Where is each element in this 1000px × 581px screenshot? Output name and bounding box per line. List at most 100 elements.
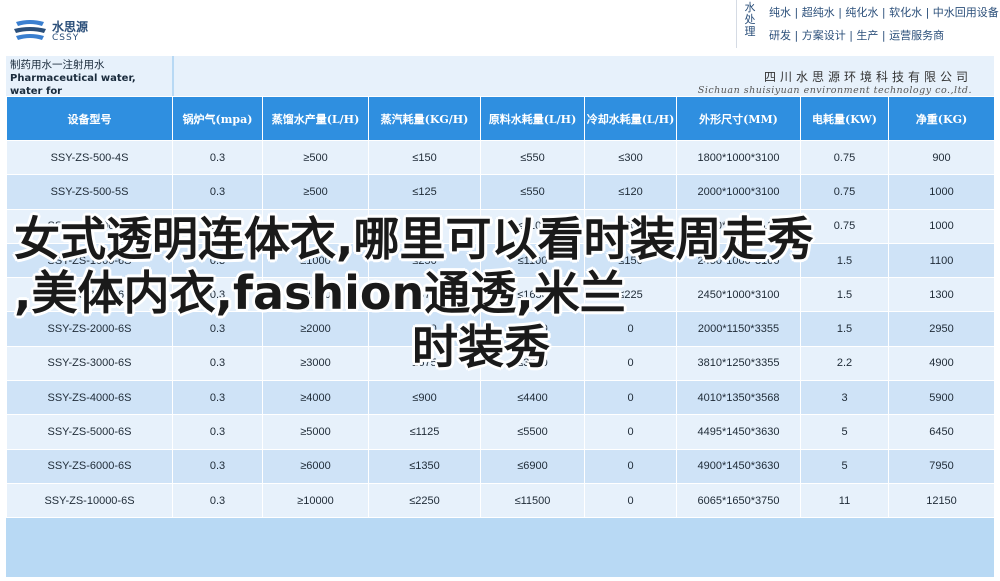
table-cell: ≤1100 [480, 208, 585, 244]
company-logo[interactable]: 水思源 CSSY [12, 16, 100, 48]
table-cell: ≥3000 [262, 345, 369, 382]
table-cell: 3 [800, 380, 889, 416]
table-cell: 0.3 [172, 311, 263, 347]
slogan-line-1: 纯水 | 超纯水 | 纯化水 | 软化水 | 中水回用设备 [769, 6, 999, 19]
table-cell: ≥5000 [262, 414, 369, 450]
table-cell: SSY-ZS-6000-6S [6, 448, 173, 484]
column-header: 净重(KG) [888, 96, 995, 141]
table-cell: 4495*1450*3630 [676, 414, 801, 450]
table-cell: 0 [584, 414, 677, 450]
column-header: 冷却水耗量(L/H) [584, 96, 677, 141]
table-cell: ≤675 [368, 345, 481, 382]
table-cell: 0 [584, 345, 677, 382]
table-cell: ≤3300 [480, 345, 585, 382]
table-cell: ≤5500 [480, 414, 585, 450]
table-cell: 1300 [888, 277, 995, 313]
table-cell: ≤375 [368, 277, 481, 313]
top-header: 水思源 CSSY 水处理 纯水 | 超纯水 | 纯化水 | 软化水 | 中水回用… [0, 0, 1000, 56]
table-cell: 1000 [888, 174, 995, 210]
table-row: SSY-ZS-6000-6S 0.3 ≥6000 ≤1350 ≤6900 0 4900*14… [6, 448, 995, 484]
spec-table: 设备型号 锅炉气(mpa) 蒸馏水产量(L/H) 蒸汽耗量(KG/H) 原料水耗量(L/… [6, 96, 995, 519]
table-cell: 1800*1000*3100 [676, 208, 801, 244]
column-header: 蒸汽耗量(KG/H) [368, 96, 481, 141]
table-cell: 4010*1350*3568 [676, 380, 801, 416]
table-cell: 2950 [888, 311, 995, 347]
table-cell: 0.3 [172, 242, 263, 279]
table-cell: ≤1650 [480, 277, 585, 313]
table-cell: 11 [800, 482, 889, 519]
table-cell: 5 [800, 448, 889, 484]
logo-text-en: CSSY [52, 33, 80, 43]
table-cell: SSY-ZS-3000-6S [6, 345, 173, 382]
table-cell: 0.3 [172, 482, 263, 519]
table-cell: ≥6000 [262, 448, 369, 484]
company-block: 四川水思源环境科技有限公司 Sichuan shuisiyuan environ… [174, 56, 994, 96]
table-cell: 0.3 [172, 208, 263, 244]
table-cell: ≤500 [368, 311, 481, 347]
table-cell: ≤600 [584, 208, 677, 244]
table-cell: ≥1500 [262, 277, 369, 313]
table-cell: ≤550 [480, 139, 585, 176]
table-row: SSY-ZS-1000-6S 0.3 ≥1000 ≤250 ≤1100 ≤150 2450*… [6, 242, 995, 279]
table-cell: 0.3 [172, 380, 263, 416]
panel-title-cn: 制药用水一注射用水 [10, 59, 105, 71]
table-cell: 2450*1000*3100 [676, 277, 801, 313]
table-cell: ≤120 [584, 174, 677, 210]
table-cell: ≤900 [368, 380, 481, 416]
table-row: SSY-ZS-10000-6S 0.3 ≥10000 ≤2250 ≤11500 0 6065… [6, 482, 995, 519]
table-cell: ≥10000 [262, 482, 369, 519]
table-cell: 1100 [888, 242, 995, 279]
table-cell: ≤1100 [480, 242, 585, 279]
water-drop-logo-icon [14, 20, 46, 40]
table-cell: ≥1000 [262, 242, 369, 279]
table-cell: 0.75 [800, 208, 889, 244]
table-cell: ≥500 [262, 139, 369, 176]
table-cell: ≥4000 [262, 380, 369, 416]
table-row: SSY-ZS-4000-6S 0.3 ≥4000 ≤900 ≤4400 0 4010*135… [6, 380, 995, 416]
table-header-row: 设备型号 锅炉气(mpa) 蒸馏水产量(L/H) 蒸汽耗量(KG/H) 原料水耗量(L/… [6, 96, 995, 141]
table-cell: 2000*1000*3100 [676, 174, 801, 210]
table-cell: ≤1125 [368, 414, 481, 450]
table-row: SSY-ZS-2000-6S 0.3 ≥2000 ≤500 ≤2200 0 2000*115… [6, 311, 995, 347]
column-header: 蒸馏水产量(L/H) [262, 96, 369, 141]
table-cell: 0 [584, 380, 677, 416]
column-header: 原料水耗量(L/H) [480, 96, 585, 141]
table-body: SSY-ZS-500-4S 0.3 ≥500 ≤150 ≤550 ≤300 1800*100… [6, 139, 995, 519]
table-cell: 0.3 [172, 277, 263, 313]
table-cell: 4900 [888, 345, 995, 382]
table-cell: 5900 [888, 380, 995, 416]
table-cell: 12150 [888, 482, 995, 519]
table-cell: ≤150 [584, 242, 677, 279]
table-cell: SSY-ZS-1000-6S [6, 242, 173, 279]
table-cell: 0 [584, 311, 677, 347]
table-cell: 1.5 [800, 277, 889, 313]
column-header: 设备型号 [6, 96, 173, 141]
table-row: SSY-ZS-3000-6S 0.3 ≥3000 ≤675 ≤3300 0 3810*125… [6, 345, 995, 382]
table-cell: 6065*1650*3750 [676, 482, 801, 519]
table-cell: ≥2000 [262, 311, 369, 347]
table-row: SSY-ZS-5000-6S 0.3 ≥5000 ≤1125 ≤5500 0 4495*14… [6, 414, 995, 450]
table-cell: ≥1000 [262, 208, 369, 244]
table-cell: SSY-ZS-1500-6S [6, 277, 173, 313]
table-cell: ≤11500 [480, 482, 585, 519]
table-cell: 4900*1450*3630 [676, 448, 801, 484]
table-cell: ≤6900 [480, 448, 585, 484]
table-cell: ≥500 [262, 174, 369, 210]
table-cell: SSY-ZS-500-4S [6, 139, 173, 176]
slogan-line-2: 研发 | 方案设计 | 生产 | 运营服务商 [769, 29, 945, 42]
table-cell: SSY-ZS-500-5S [6, 174, 173, 210]
table-cell: ≤225 [584, 277, 677, 313]
table-cell: 2.2 [800, 345, 889, 382]
table-cell: 0.3 [172, 139, 263, 176]
table-cell: SSY-ZS-10000-6S [6, 482, 173, 519]
table-row: SSY-ZS-1000-4S 0.3 ≥1000 ≤300 ≤1100 ≤600 1800*… [6, 208, 995, 244]
table-cell: 0.3 [172, 414, 263, 450]
table-cell: 1.5 [800, 242, 889, 279]
table-cell: 1.5 [800, 311, 889, 347]
table-cell: 900 [888, 139, 995, 176]
table-cell: ≤2250 [368, 482, 481, 519]
table-cell: 0.3 [172, 448, 263, 484]
table-cell: 2450*1000*3100 [676, 242, 801, 279]
table-cell: 0.3 [172, 174, 263, 210]
vertical-label: 水处理 [744, 1, 756, 38]
